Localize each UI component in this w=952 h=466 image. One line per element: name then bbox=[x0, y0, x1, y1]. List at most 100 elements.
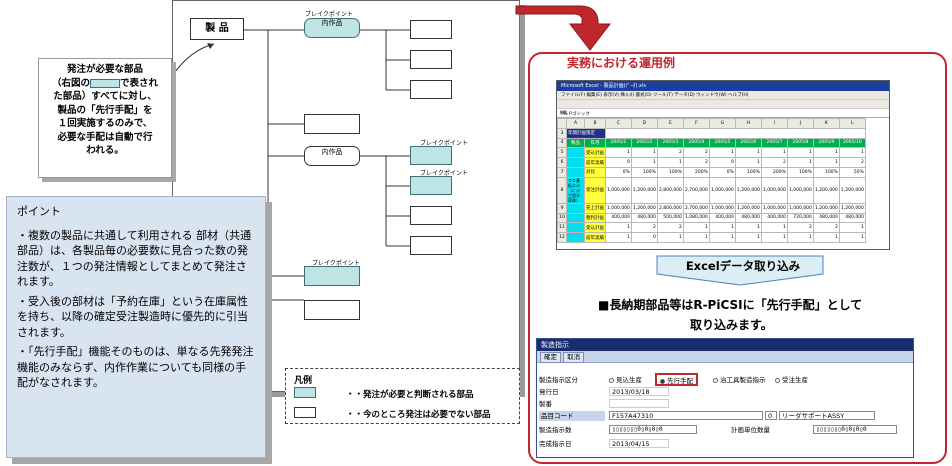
excel-cell: 2 bbox=[812, 222, 840, 234]
part-node-needed bbox=[410, 176, 452, 195]
excel-cell: 1 bbox=[708, 222, 736, 234]
excel-row: 8 ＩＣ基板ﾕﾆｯﾄ（ﾊﾞｯｸ工程半導体） 受注計画 1,000,000 1,200,0… bbox=[557, 176, 866, 204]
excel-cell: 1,200,000 bbox=[812, 176, 840, 204]
excel-cell: 0 bbox=[630, 232, 658, 243]
excel-row: 12 前年実績 1 0 1 1 1 1 1 1 1 1 bbox=[557, 232, 866, 243]
excel-cell: 500,000 bbox=[656, 212, 684, 224]
excel-cell: 1,200,000 bbox=[734, 202, 762, 214]
item-rev-field[interactable]: 0 bbox=[765, 411, 777, 420]
legend-swatch-unneeded bbox=[294, 407, 316, 418]
callout-line: 必要な手配は自動で行 bbox=[57, 131, 153, 143]
excel-cell: 1 bbox=[812, 147, 840, 159]
point-item: ・「先行手配」機能そのものは、単なる先発発注機能のみならず、内作作業についても同… bbox=[17, 345, 254, 389]
excel-cell: 1 bbox=[812, 157, 840, 168]
excel-cell: 1 bbox=[605, 232, 632, 243]
radio-advance-order[interactable]: 先行手配 bbox=[655, 373, 698, 386]
import-label: Excelデータ取り込み bbox=[685, 259, 801, 273]
excel-cell: 2,700,000 bbox=[682, 202, 710, 214]
excel-cell: 1 bbox=[708, 147, 736, 159]
excel-cell: 1,000,000 bbox=[605, 176, 632, 204]
excel-row: 6 前年実績 0 1 1 2 0 1 2 1 1 2 bbox=[557, 157, 866, 168]
excel-cell: 1 bbox=[786, 147, 814, 159]
issue-date-field[interactable]: 2013/03/18 bbox=[609, 387, 669, 396]
item-code-field[interactable]: F157A47310 bbox=[609, 411, 763, 420]
excel-cell: 1 bbox=[630, 157, 658, 168]
part-node-unneeded bbox=[410, 236, 452, 255]
points-heading: ポイント bbox=[17, 205, 61, 218]
excel-title-bar: Microsoft Excel - 製品計画(ﾃﾞｰﾀ).xls bbox=[557, 81, 889, 91]
due-date-row: 完成指示日 2013/04/15 bbox=[537, 439, 913, 449]
excel-month-header: 2005/2 bbox=[630, 137, 658, 149]
excel-cell: 100% bbox=[786, 166, 814, 178]
excel-cell: 1,000,000 bbox=[708, 202, 736, 214]
excel-row-label: 前年実績 bbox=[584, 157, 606, 168]
radio-jig-order[interactable]: 治工具製造指示 bbox=[713, 375, 766, 385]
legend-needed-label: ・・発注が必要と判断される部品 bbox=[346, 390, 474, 400]
excel-cell: 0% bbox=[708, 166, 736, 178]
excel-cell: 1 bbox=[682, 232, 710, 243]
excel-cell: 1,080,000 bbox=[682, 212, 710, 224]
cancel-button[interactable]: 取消 bbox=[563, 352, 585, 363]
excel-cell: 1 bbox=[838, 147, 866, 159]
excel-cell: 1 bbox=[760, 232, 788, 243]
serial-field[interactable] bbox=[609, 399, 669, 408]
excel-month-header: 2005/10 bbox=[838, 137, 866, 149]
excel-cell: 480,000 bbox=[630, 212, 658, 224]
point-item: ・複数の製品に共通して利用される 部材（共通部品）は、各製品毎の必要数に見合った… bbox=[17, 228, 252, 289]
excel-month-header: 2005/1 bbox=[605, 137, 632, 149]
points-box: ポイント ・複数の製品に共通して利用される 部材（共通部品）は、各製品毎の必要数… bbox=[6, 196, 266, 458]
part-node-unneeded bbox=[410, 80, 452, 99]
excel-cell: 1 bbox=[838, 222, 866, 234]
quantity-stepper[interactable]: ▯▯▯▯▯▯▯0▯0▯0▯0 bbox=[609, 425, 697, 434]
excel-cell: 2 bbox=[656, 222, 684, 234]
unit-label: 計画単位数量 bbox=[731, 426, 770, 434]
form-toolbar: 確定 取消 bbox=[537, 351, 913, 363]
excel-cell: 100% bbox=[812, 166, 840, 178]
due-date-field[interactable]: 2013/04/15 bbox=[609, 439, 669, 448]
example-title: 実務における運用例 bbox=[567, 56, 676, 70]
excel-cell: 1 bbox=[734, 147, 762, 159]
excel-row: 11 受込計画 1 2 2 1 1 1 1 2 2 1 bbox=[557, 222, 866, 234]
part-node-unneeded bbox=[410, 206, 452, 225]
callout-line: 発注が必要な部品 bbox=[66, 64, 143, 75]
excel-cell: 1 bbox=[734, 157, 762, 168]
excel-row-label: 受込計画 bbox=[584, 147, 606, 159]
excel-cell: 1 bbox=[708, 232, 736, 243]
excel-cell: 1 bbox=[734, 222, 762, 234]
breakpoint-label: ブレイクポイント bbox=[305, 11, 353, 18]
intermediate-node-breakpoint: 内作品 bbox=[304, 18, 360, 38]
note-text: 取り込みます。 bbox=[690, 318, 773, 332]
intermediate-node: 内作品 bbox=[304, 146, 360, 166]
note-text: ■長納期部品等はR-PiCSIに「先行手配」として bbox=[598, 298, 863, 312]
excel-cell: 0% bbox=[605, 166, 632, 178]
excel-cell: 1,200,000 bbox=[838, 176, 866, 204]
serial-row: 製番 bbox=[537, 399, 913, 409]
callout-line: 製品の「先行手配」を bbox=[57, 104, 153, 116]
excel-cell: 1,200,000 bbox=[630, 202, 658, 214]
excel-cell: 1,000,000 bbox=[760, 202, 788, 214]
excel-row: 9 売上計画 1,000,000 1,200,000 2,800,000 2,700,00… bbox=[557, 202, 866, 214]
excel-cell: 1,200,000 bbox=[630, 176, 658, 204]
excel-cell: 720,000 bbox=[786, 212, 814, 224]
item-name-field[interactable]: リーダサポートASSY bbox=[779, 411, 875, 420]
part-node-unneeded bbox=[304, 114, 360, 134]
excel-cell: 2 bbox=[682, 147, 710, 159]
excel-cell: 2 bbox=[786, 222, 814, 234]
excel-cell: 0 bbox=[605, 157, 632, 168]
excel-cell: 2 bbox=[760, 157, 788, 168]
legend-unneeded-label: ・・今のところ発注は必要でない部品 bbox=[346, 410, 491, 420]
excel-cell: 100% bbox=[734, 166, 762, 178]
excel-cell: 1 bbox=[812, 232, 840, 243]
excel-cell: 1 bbox=[605, 222, 632, 234]
confirm-button[interactable]: 確定 bbox=[540, 352, 561, 363]
excel-cell: 1 bbox=[682, 222, 710, 234]
excel-grid: ABC DEF GHI JKL 3 年間計画策定 4 製品 年月 2005/1 2… bbox=[557, 118, 866, 243]
excel-cell: 1 bbox=[786, 232, 814, 243]
radio-forecast[interactable]: 見込生産 bbox=[609, 375, 642, 385]
unit-quantity-stepper[interactable]: ▯▯▯▯▯▯▯0▯0▯0▯0 bbox=[813, 425, 897, 434]
excel-cell: 480,000 bbox=[734, 212, 762, 224]
item-code-label: 品目コード bbox=[539, 411, 605, 421]
excel-month-header: 2005/7 bbox=[760, 137, 788, 149]
radio-make-to-order[interactable]: 受注生産 bbox=[775, 375, 808, 385]
excel-cell: 1 bbox=[630, 147, 658, 159]
